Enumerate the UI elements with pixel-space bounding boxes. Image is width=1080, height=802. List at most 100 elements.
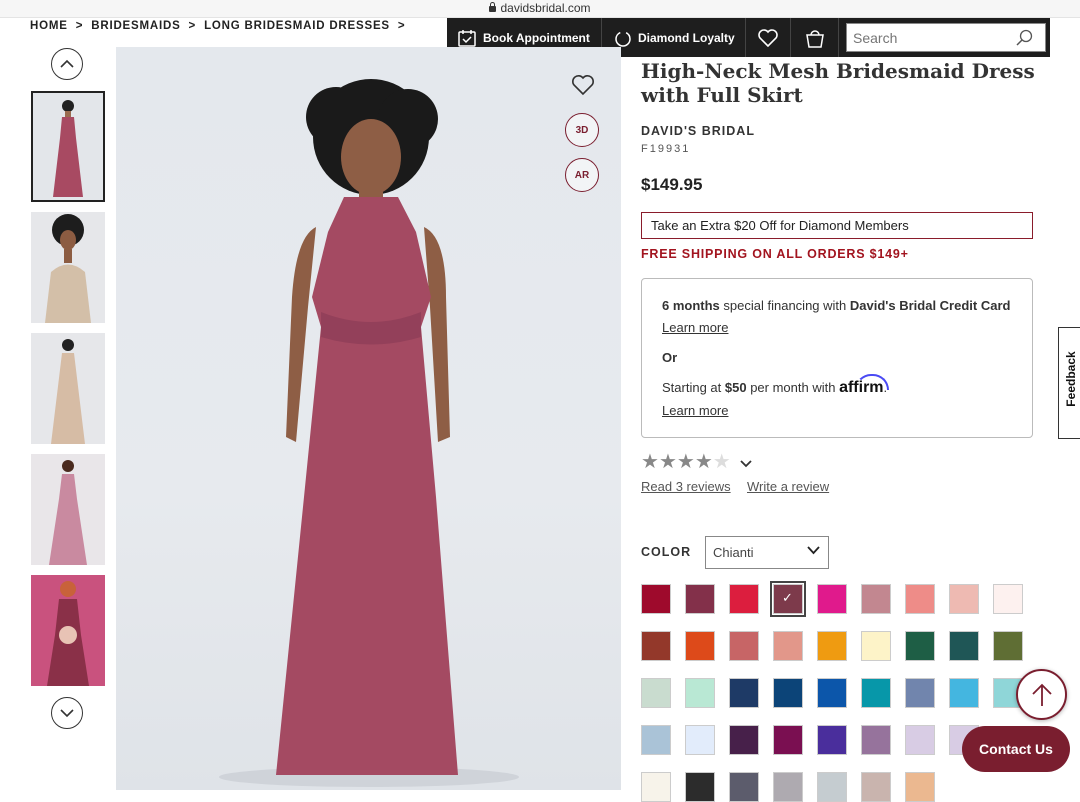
- thumbnail-bouquet[interactable]: [31, 575, 105, 686]
- color-selected-value: Chianti: [713, 545, 754, 560]
- affirm-learn-more-link[interactable]: Learn more: [662, 403, 728, 418]
- read-reviews-link[interactable]: Read 3 reviews: [641, 479, 731, 494]
- thumbs-scroll-down-button[interactable]: [51, 697, 83, 729]
- product-brand[interactable]: DAVID'S BRIDAL: [641, 124, 755, 138]
- color-swatch[interactable]: [773, 772, 803, 802]
- breadcrumb-long-dresses[interactable]: LONG BRIDESMAID DRESSES: [204, 20, 390, 32]
- color-swatch[interactable]: [685, 631, 715, 661]
- financing-learn-more-link[interactable]: Learn more: [662, 320, 728, 335]
- color-swatch[interactable]: [641, 631, 671, 661]
- search-input[interactable]: [853, 29, 1013, 46]
- thumb-closeup-image: [31, 212, 105, 323]
- color-select[interactable]: Chianti: [705, 536, 829, 569]
- favorite-button[interactable]: [567, 71, 599, 99]
- star-icon: ★: [658, 451, 677, 473]
- product-sku: F19931: [641, 143, 691, 155]
- thumbs-scroll-up-button[interactable]: [51, 48, 83, 80]
- thumb-bouquet-image: [31, 575, 105, 686]
- color-swatch[interactable]: [729, 725, 759, 755]
- financing-text: special financing with: [719, 298, 850, 313]
- color-swatch[interactable]: [729, 772, 759, 802]
- color-swatch[interactable]: [905, 772, 935, 802]
- color-swatch[interactable]: [685, 725, 715, 755]
- color-swatch[interactable]: [905, 725, 935, 755]
- thumb-back-image: [31, 333, 105, 444]
- breadcrumb-separator: >: [397, 20, 406, 32]
- color-swatch[interactable]: [993, 584, 1023, 614]
- color-swatch[interactable]: [729, 631, 759, 661]
- affirm-line: Starting at $50 per month with affirm.: [662, 379, 888, 396]
- color-swatch[interactable]: [773, 631, 803, 661]
- search-box: [846, 23, 1046, 52]
- financing-or: Or: [662, 350, 678, 365]
- view-ar-button[interactable]: AR: [565, 158, 599, 192]
- color-swatch[interactable]: [861, 584, 891, 614]
- product-price: $149.95: [641, 175, 703, 194]
- browser-url-bar[interactable]: davidsbridal.com: [0, 0, 1080, 18]
- color-swatch[interactable]: [641, 678, 671, 708]
- financing-box: 6 months special financing with David's …: [641, 278, 1033, 438]
- color-swatch[interactable]: [773, 725, 803, 755]
- write-review-link[interactable]: Write a review: [747, 479, 829, 494]
- breadcrumb-home[interactable]: HOME: [30, 20, 68, 32]
- breadcrumb-separator: >: [188, 20, 197, 32]
- thumbnail-model-pink[interactable]: [31, 454, 105, 565]
- color-swatch[interactable]: [641, 725, 671, 755]
- color-swatch[interactable]: [817, 678, 847, 708]
- chevron-down-icon: [60, 709, 74, 718]
- affirm-amount: $50: [724, 380, 747, 395]
- color-swatch[interactable]: [993, 631, 1023, 661]
- color-swatch[interactable]: [770, 581, 806, 617]
- diamond-ring-icon: [615, 30, 631, 47]
- chevron-down-icon: [740, 460, 752, 468]
- color-swatch[interactable]: [685, 772, 715, 802]
- color-swatch[interactable]: [861, 678, 891, 708]
- financing-line: 6 months special financing with David's …: [662, 298, 1010, 313]
- color-swatch[interactable]: [905, 631, 935, 661]
- thumbnail-closeup[interactable]: [31, 212, 105, 323]
- color-label: COLOR: [641, 545, 692, 559]
- color-swatch[interactable]: [685, 584, 715, 614]
- color-swatch[interactable]: [817, 772, 847, 802]
- financing-months: 6 months: [662, 298, 720, 313]
- color-swatch[interactable]: [861, 725, 891, 755]
- color-swatch[interactable]: [817, 584, 847, 614]
- color-swatch[interactable]: [949, 631, 979, 661]
- breadcrumb-bridesmaids[interactable]: BRIDESMAIDS: [91, 20, 180, 32]
- color-swatch[interactable]: [861, 631, 891, 661]
- feedback-tab[interactable]: Feedback: [1058, 327, 1080, 439]
- color-swatch[interactable]: [773, 678, 803, 708]
- wishlist-button[interactable]: [746, 18, 791, 57]
- thumbnail-back[interactable]: [31, 333, 105, 444]
- shopping-bag-button[interactable]: [791, 18, 839, 57]
- star-icon: ★: [641, 451, 659, 473]
- rating-expand-button[interactable]: [740, 455, 752, 473]
- chevron-up-icon: [60, 59, 74, 68]
- search-icon[interactable]: [1015, 29, 1033, 47]
- contact-us-button[interactable]: Contact Us: [962, 726, 1070, 772]
- back-to-top-button[interactable]: [1016, 669, 1067, 720]
- promo-banner: Take an Extra $20 Off for Diamond Member…: [641, 212, 1033, 239]
- color-swatch[interactable]: [905, 678, 935, 708]
- color-swatch[interactable]: [641, 584, 671, 614]
- shipping-notice: FREE SHIPPING ON ALL ORDERS $149+: [641, 247, 909, 261]
- thumb-model-pink-image: [31, 454, 105, 565]
- 3d-icon: 3D: [575, 124, 589, 136]
- color-swatch[interactable]: [817, 725, 847, 755]
- star-rating[interactable]: ★★★★★: [641, 449, 731, 474]
- color-swatch[interactable]: [729, 678, 759, 708]
- heart-icon: [572, 75, 594, 96]
- main-product-image[interactable]: 3D AR: [116, 47, 621, 790]
- color-swatch[interactable]: [861, 772, 891, 802]
- color-swatch[interactable]: [817, 631, 847, 661]
- view-3d-button[interactable]: 3D: [565, 113, 599, 147]
- color-swatch[interactable]: [949, 584, 979, 614]
- color-swatch[interactable]: [949, 678, 979, 708]
- color-swatch[interactable]: [905, 584, 935, 614]
- color-swatch[interactable]: [729, 584, 759, 614]
- color-swatch[interactable]: [641, 772, 671, 802]
- color-swatch[interactable]: [685, 678, 715, 708]
- diamond-loyalty-button[interactable]: Diamond Loyalty: [602, 18, 746, 57]
- thumbnail-front[interactable]: [31, 91, 105, 202]
- star-icon: ★: [694, 451, 713, 473]
